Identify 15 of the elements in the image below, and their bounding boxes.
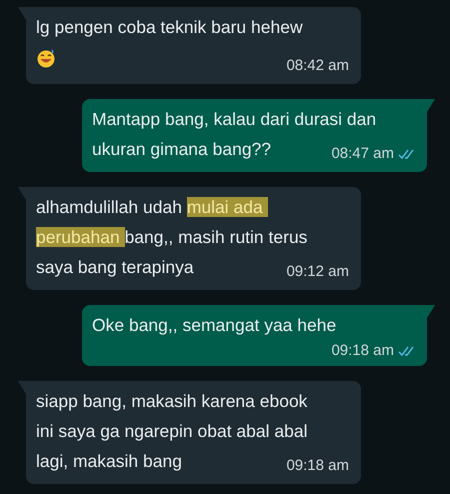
message-line: Mantapp bang, kalau dari durasi dan <box>92 108 376 131</box>
message-time: 09:18 am <box>286 456 349 476</box>
message-line: lagi, makasih bang <box>36 450 182 473</box>
message-time: 08:47 am <box>331 144 394 164</box>
message-time: 09:12 am <box>286 262 349 282</box>
message-line: ukuran gimana bang?? <box>92 138 272 161</box>
message-line: siapp bang, makasih karena ebook <box>36 390 308 413</box>
message-line: saya bang terapinya <box>36 256 194 279</box>
message-line: lg pengen coba teknik baru hehew <box>36 16 303 39</box>
message-time: 09:18 am <box>331 340 394 361</box>
message-line: Oke bang,, semangat yaa hehe <box>92 314 336 337</box>
message-line: perubahan bang,, masih rutin terus <box>36 226 308 249</box>
message-time: 08:42 am <box>286 56 349 76</box>
message-line: alhamdulillah udah mulai ada <box>36 192 268 222</box>
message-line: ini saya ga ngarepin obat abal abal <box>36 420 308 443</box>
